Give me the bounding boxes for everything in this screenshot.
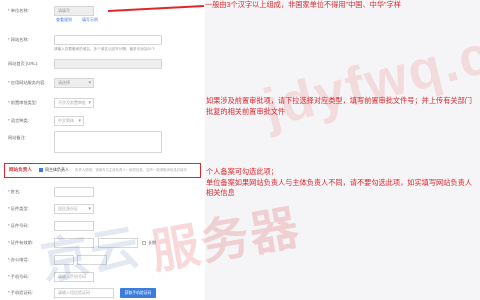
form-row-language: * 语言种类: 中文简体 — [0, 114, 205, 128]
field-label: * 语言种类: — [8, 118, 29, 123]
sms-code-input[interactable]: 请输入短信验证码 — [54, 288, 114, 298]
annotation-name-rule: 一般由3个汉字以上组成，非国家单位不得用"中国、中华"字样 — [205, 0, 401, 9]
form-row-mobile: * 手机号码: 请输入手机号码 — [0, 270, 205, 284]
language-select[interactable]: 中文简体 — [54, 116, 84, 126]
field-label: * 办公电话: — [8, 257, 29, 262]
field-label: 网站首页 (URL): — [8, 61, 39, 66]
id-validity-end[interactable] — [98, 238, 138, 248]
watermark-logo-url: jdyfwq.com — [257, 3, 480, 139]
phone-area-code[interactable] — [54, 255, 74, 265]
field-label: 网站备注: — [8, 135, 26, 140]
longterm-label: 长期 — [148, 240, 156, 245]
unit-name-field[interactable]: 请填写 — [54, 6, 94, 16]
section-title: 网站负责人 — [9, 167, 32, 172]
field-label: * 应用网站服务内容: — [8, 80, 46, 85]
field-label: * 网站名称: — [8, 37, 29, 42]
website-remarks-textarea[interactable] — [54, 131, 162, 153]
annotation-owner-section: 个人备案可勾选此项； 单位备案如果网站负责人与主体负责人不同，请不要勾选此项，如… — [206, 167, 472, 197]
form-row-website-name: * 网站名称: — [0, 33, 205, 47]
domain-hint: 请输入您要备案的域名，多个域名以回车分隔，最多可添加20个 — [54, 47, 156, 51]
field-label: * 姓名: — [8, 189, 21, 194]
annotation-preapproval: 如果涉及前置审批项，请下拉选择对应类型，填写前置审批文件号；并上传有关部门批复的… — [206, 96, 472, 116]
form-row-sms-code: * 手机验证码: 请输入短信验证码 获取手机验证码 — [0, 286, 205, 300]
view-rules-link[interactable]: 查看规则 — [56, 17, 72, 23]
homepage-url-field[interactable] — [54, 59, 162, 69]
icp-form-panel: * 单位名称: 请填写 查看规则 填写示例 * 网站名称: 请输入您要备案的域名… — [0, 0, 205, 300]
owner-name-input[interactable] — [54, 187, 94, 197]
get-sms-code-button[interactable]: 获取手机验证码 — [120, 288, 156, 298]
section-note: 负责人说明，请填写与主体负责人一致的信息，如不一致请取消勾选并填写 — [75, 168, 187, 172]
service-content-select[interactable]: 请选择 — [54, 78, 94, 88]
form-row-service-content: * 应用网站服务内容: 请选择 — [0, 76, 205, 90]
website-name-input[interactable] — [54, 35, 162, 45]
field-label: * 手机验证码: — [8, 290, 33, 295]
field-label: * 单位名称: — [8, 8, 29, 13]
same-owner-label: 同主体负责人 — [45, 167, 69, 172]
field-label: * 证件有效期: — [8, 240, 33, 245]
id-validity-start[interactable] — [54, 238, 94, 248]
id-number-input[interactable] — [54, 221, 94, 231]
form-row-name: * 姓名: — [0, 185, 205, 199]
form-row-preapproval: * 前置审批类型: 不涉及前置审批 — [0, 96, 205, 110]
mobile-input[interactable]: 请输入手机号码 — [54, 272, 94, 282]
longterm-checkbox[interactable] — [142, 241, 146, 245]
form-row-office-phone: * 办公电话: — [0, 253, 205, 267]
id-type-select[interactable]: 居民身份证 — [54, 204, 94, 214]
field-label: * 前置审批类型: — [8, 100, 38, 105]
fill-example-link[interactable]: 填写示例 — [82, 17, 98, 23]
field-label: * 手机号码: — [8, 274, 29, 279]
preapproval-select[interactable]: 不涉及前置审批 — [54, 98, 94, 108]
field-label: * 证件类型: — [8, 206, 29, 211]
field-label: * 证件号码: — [8, 223, 29, 228]
form-row-id-type: * 证件类型: 居民身份证 — [0, 202, 205, 216]
website-owner-section-header: 网站负责人 同主体负责人 负责人说明，请填写与主体负责人一致的信息，如不一致请取… — [4, 163, 201, 178]
same-owner-checkbox[interactable] — [39, 168, 43, 172]
form-row-id-validity: * 证件有效期: 长期 — [0, 236, 205, 250]
form-row-homepage: 网站首页 (URL): — [0, 57, 205, 71]
form-row-id-number: * 证件号码: — [0, 219, 205, 233]
phone-number[interactable] — [77, 255, 107, 265]
